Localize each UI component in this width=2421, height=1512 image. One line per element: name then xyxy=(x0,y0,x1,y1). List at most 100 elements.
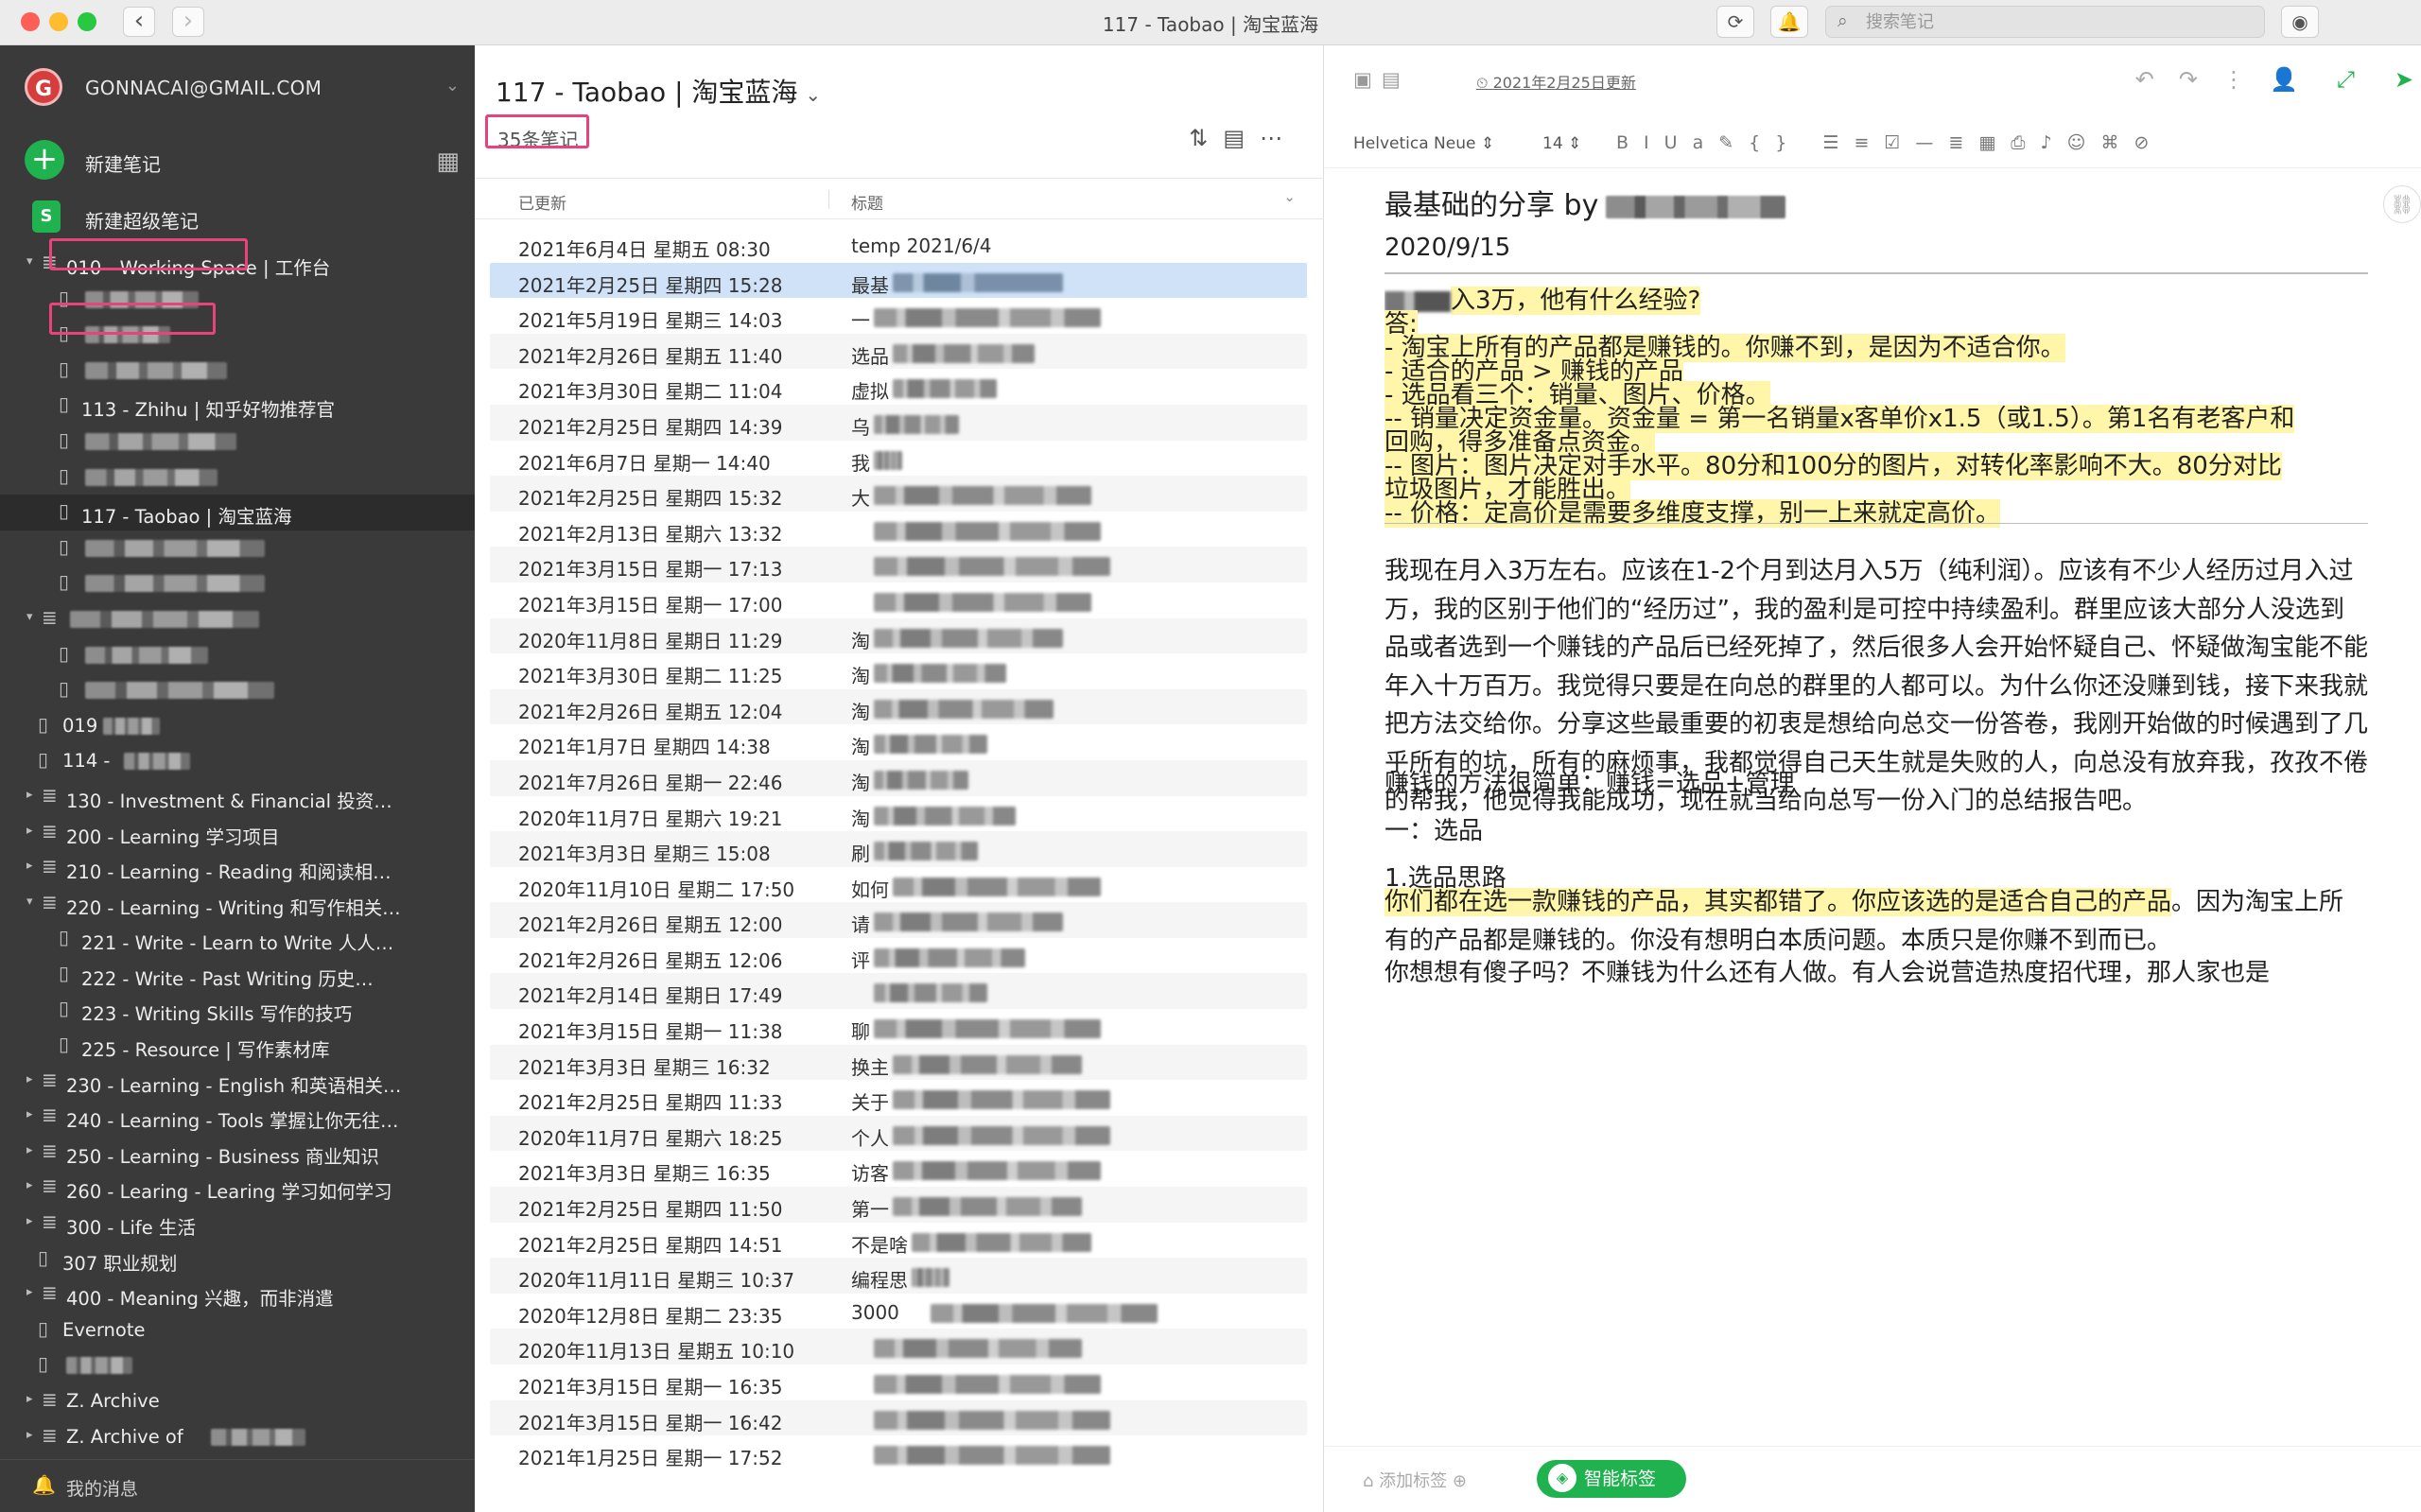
note-row[interactable]: 2021年3月3日 星期三 16:32 换主 xyxy=(490,1044,1307,1081)
bullet-list-icon[interactable]: ☰ xyxy=(1822,132,1854,153)
sidebar-notebook-item[interactable]: ▯ xyxy=(0,637,475,673)
column-divider[interactable] xyxy=(828,190,829,209)
expand-icon[interactable]: ▣ xyxy=(1353,68,1382,91)
note-row[interactable]: 2021年6月7日 星期一 14:40 我 xyxy=(490,441,1307,477)
sidebar-notebook-item[interactable]: ▯ xyxy=(0,424,475,460)
caret-right-icon[interactable]: ▸ xyxy=(26,1143,40,1157)
caret-right-icon[interactable]: ▸ xyxy=(26,1428,40,1442)
note-row[interactable]: 2021年2月25日 星期四 15:28 最基 xyxy=(490,262,1307,299)
sidebar-notebook-item[interactable]: ▯ 225 - Resource | 写作素材库 xyxy=(0,1028,475,1064)
highlighter-icon[interactable]: ✎ xyxy=(1718,132,1749,153)
share-icon[interactable]: ⤢ xyxy=(2337,66,2355,93)
sidebar-notebook-item[interactable]: ▸ ≣ 300 - Life 生活 xyxy=(0,1206,475,1242)
note-row[interactable]: 2021年3月3日 星期三 16:35 访客 xyxy=(490,1151,1307,1187)
sidebar-notebook-item[interactable]: ▯ 019 xyxy=(0,708,475,744)
note-row[interactable]: 2021年2月25日 星期四 14:51 不是啥 xyxy=(490,1223,1307,1259)
account-switcher[interactable]: G GONNACAI@GMAIL.COM ⌄ xyxy=(25,66,460,110)
new-note-button[interactable]: + 新建笔记 ▦ xyxy=(25,140,460,182)
zoom-window-button[interactable] xyxy=(78,12,96,31)
sidebar-notebook-item[interactable]: ▯ xyxy=(0,565,475,601)
sidebar-notebook-item[interactable]: ▯ xyxy=(0,672,475,708)
sidebar-notebook-item[interactable]: ▯ xyxy=(0,317,475,353)
col-title[interactable]: 标题 xyxy=(851,190,883,214)
messages-item[interactable]: 🔔 我的消息 xyxy=(0,1459,475,1512)
redo-icon[interactable]: ↷ xyxy=(2179,66,2222,93)
sidebar-notebook-item[interactable]: ▯ 222 - Write - Past Writing 历史… xyxy=(0,957,475,993)
caret-right-icon[interactable]: ▸ xyxy=(26,1107,40,1121)
note-row[interactable]: 2020年11月10日 星期二 17:50 如何 xyxy=(490,867,1307,903)
note-row[interactable]: 2020年11月13日 星期五 10:10 xyxy=(490,1329,1307,1364)
sidebar-notebook-item[interactable]: ▸ ≣ 230 - Learning - English 和英语相关… xyxy=(0,1064,475,1100)
sidebar-notebook-item[interactable]: ▸ ≣ Z. Archive xyxy=(0,1383,475,1419)
note-row[interactable]: 2021年3月15日 星期一 11:38 聊 xyxy=(490,1009,1307,1045)
italic-icon[interactable]: I xyxy=(1644,132,1664,153)
forward-button[interactable]: › xyxy=(172,7,204,37)
underline-icon[interactable]: U xyxy=(1664,132,1693,153)
new-super-note-button[interactable]: S 新建超级笔记 xyxy=(32,200,410,238)
col-updated[interactable]: 已更新 xyxy=(518,190,566,214)
font-family-select[interactable]: Helvetica Neue ⇕ xyxy=(1353,134,1494,153)
caret-right-icon[interactable]: ▸ xyxy=(26,1392,40,1406)
notifications-button[interactable]: 🔔 xyxy=(1770,6,1808,38)
template-icon[interactable]: ⊘ xyxy=(2134,132,2164,153)
note-row[interactable]: 2021年7月26日 星期一 22:46 淘 xyxy=(490,759,1307,796)
sidebar-notebook-item[interactable]: ▯ 223 - Writing Skills 写作的技巧 xyxy=(0,992,475,1028)
caret-right-icon[interactable]: ▸ xyxy=(26,1178,40,1192)
note-row[interactable]: 2021年1月7日 星期四 14:38 淘 xyxy=(490,724,1307,760)
search-bar[interactable]: ⌕ xyxy=(1825,6,2265,38)
sidebar-notebook-item[interactable]: ▸ ≣ 210 - Learning - Reading 和阅读相关… xyxy=(0,850,475,886)
caret-right-icon[interactable]: ▸ xyxy=(26,1214,40,1228)
more-icon[interactable]: ⋮ xyxy=(2222,66,2270,93)
add-tag-button[interactable]: ⌂ 添加标签 ⊕ xyxy=(1363,1468,1467,1492)
note-row[interactable]: 2021年3月15日 星期一 16:35 xyxy=(490,1364,1307,1400)
note-row[interactable]: 2020年12月8日 星期二 23:35 3000 xyxy=(490,1294,1307,1330)
view-toggle-icon[interactable]: ▤ xyxy=(1223,125,1260,151)
sidebar-notebook-item[interactable]: ▯ xyxy=(0,530,475,566)
undo-icon[interactable]: ↶ xyxy=(2135,66,2179,93)
sidebar-notebook-item[interactable]: ▸ ≣ Z. Archive of xyxy=(0,1419,475,1455)
notebook-title[interactable]: 117 - Taobao | 淘宝蓝海 ⌄ xyxy=(496,72,821,110)
attachment-icon[interactable]: ⌘ xyxy=(2100,132,2134,153)
note-row[interactable]: 2021年2月25日 星期四 11:50 第一 xyxy=(490,1187,1307,1223)
note-row[interactable]: 2021年3月30日 星期二 11:25 淘 xyxy=(490,653,1307,689)
sidebar-notebook-item[interactable]: ▯ 114 - xyxy=(0,743,475,779)
note-row[interactable]: 2021年3月3日 星期三 15:08 刷 xyxy=(490,831,1307,867)
note-row[interactable]: 2021年2月26日 星期五 12:00 请 xyxy=(490,902,1307,938)
notebook-icon[interactable]: ▤ xyxy=(1382,68,1410,91)
caret-right-icon[interactable]: ▸ xyxy=(26,1285,40,1299)
note-row[interactable]: 2021年2月25日 星期四 15:32 大 xyxy=(490,476,1307,512)
sidebar-notebook-item[interactable]: ▯ 117 - Taobao | 淘宝蓝海 xyxy=(0,495,475,530)
divider-icon[interactable]: — xyxy=(1915,132,1948,153)
sidebar-notebook-item[interactable]: ▯ xyxy=(0,1347,475,1383)
note-title[interactable]: 最基础的分享 by xyxy=(1385,182,1786,223)
caret-down-icon[interactable]: ▾ xyxy=(26,254,40,269)
caret-right-icon[interactable]: ▸ xyxy=(26,859,40,873)
note-row[interactable]: 2021年2月14日 星期日 17:49 xyxy=(490,973,1307,1010)
sidebar-notebook-item[interactable]: ▯ Evernote xyxy=(0,1312,475,1348)
chevron-down-icon[interactable]: ⌄ xyxy=(1283,188,1296,205)
text-color-icon[interactable]: a xyxy=(1693,132,1719,153)
caret-down-icon[interactable]: ▾ xyxy=(26,610,40,624)
note-row[interactable]: 2021年3月15日 星期一 17:13 xyxy=(490,547,1307,582)
image-icon[interactable]: ⎙ xyxy=(2011,132,2040,153)
checklist-icon[interactable]: ☑ xyxy=(1884,132,1915,153)
note-row[interactable]: 2021年2月13日 星期六 13:32 xyxy=(490,512,1307,547)
note-row[interactable]: 2021年6月4日 星期五 08:30 temp 2021/6/4 xyxy=(490,227,1307,263)
minimize-window-button[interactable] xyxy=(49,12,68,31)
note-row[interactable]: 2021年3月15日 星期一 16:42 xyxy=(490,1399,1307,1436)
note-row[interactable]: 2020年11月7日 星期六 19:21 淘 xyxy=(490,796,1307,832)
sidebar-notebook-item[interactable]: ▾ ≣ 220 - Learning - Writing 和写作相关… xyxy=(0,886,475,922)
sidebar-notebook-item[interactable]: ▯ 221 - Write - Learn to Write 人人… xyxy=(0,921,475,957)
search-input[interactable] xyxy=(1866,10,2244,33)
sidebar-notebook-item[interactable]: ▯ 307 职业规划 xyxy=(0,1242,475,1277)
note-row[interactable]: 2020年11月11日 星期三 10:37 编程思 xyxy=(490,1258,1307,1294)
note-body[interactable]: 最基础的分享 by 2020/9/15 入3万，他有什么经验? 答: - 淘宝上所有… xyxy=(1385,178,2368,1435)
link-icon[interactable]: ⛓ xyxy=(2383,185,2421,223)
bold-icon[interactable]: B xyxy=(1616,132,1644,153)
caret-right-icon[interactable]: ▸ xyxy=(26,788,40,802)
note-row[interactable]: 2021年3月30日 星期二 11:04 虚拟 xyxy=(490,369,1307,405)
caret-right-icon[interactable]: ▸ xyxy=(26,1072,40,1086)
caret-right-icon[interactable]: ▸ xyxy=(26,824,40,838)
close-window-button[interactable] xyxy=(21,12,40,31)
sidebar-notebook-item[interactable]: ▯ xyxy=(0,460,475,495)
